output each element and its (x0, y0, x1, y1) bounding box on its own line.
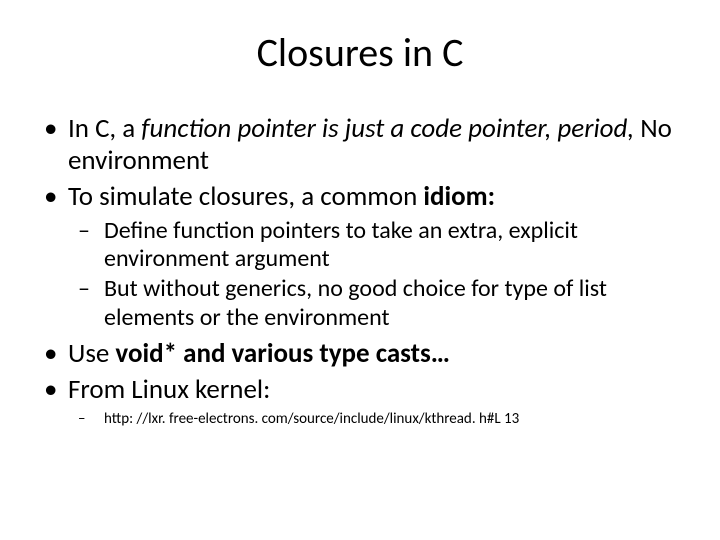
bullet-1-italic: function pointer is just a code pointer,… (141, 112, 634, 145)
bullet-2: To simulate closures, a common idiom: De… (68, 181, 680, 332)
bullet-2-sub-2: But without generics, no good choice for… (104, 275, 680, 332)
bullet-4: From Linux kernel: http: //lxr. free-ele… (68, 374, 680, 429)
bullet-2-bold: idiom: (423, 180, 495, 213)
slide-title: Closures in C (40, 28, 680, 77)
slide: Closures in C In C, a function pointer i… (0, 0, 720, 540)
bullet-2-pre: To simulate closures, a common (68, 180, 423, 213)
bullet-3-pre: Use (68, 337, 115, 370)
bullet-1-pre: In C, a (68, 112, 141, 145)
bullet-3: Use void* and various type casts… (68, 338, 680, 370)
bullet-3-bold: void* and various type casts… (115, 337, 450, 370)
bullet-list: In C, a function pointer is just a code … (40, 113, 680, 429)
bullet-4-sublist: http: //lxr. free-electrons. com/source/… (68, 410, 680, 430)
bullet-4-text: From Linux kernel: (68, 373, 270, 406)
bullet-1: In C, a function pointer is just a code … (68, 113, 680, 177)
bullet-2-sub-1: Define function pointers to take an extr… (104, 217, 680, 274)
bullet-2-sublist: Define function pointers to take an extr… (68, 217, 680, 332)
bullet-4-sub-1: http: //lxr. free-electrons. com/source/… (104, 410, 680, 430)
